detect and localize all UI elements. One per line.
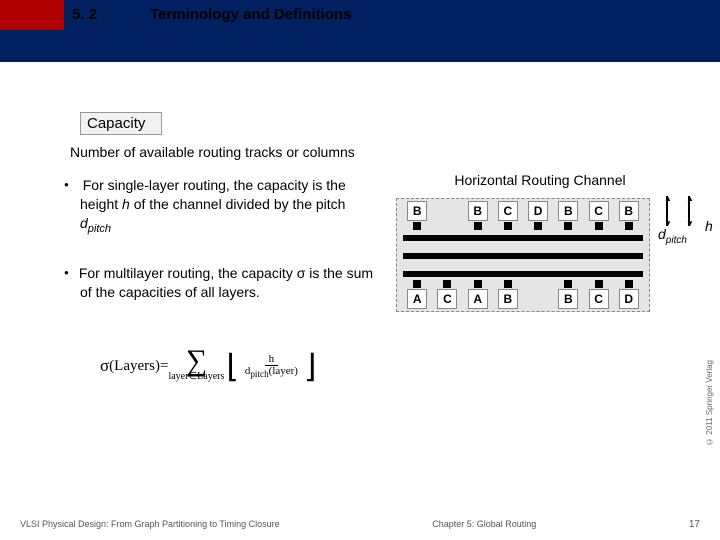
bullet-list: For single-layer routing, the capacity i…: [80, 176, 380, 330]
footer-left: VLSI Physical Design: From Graph Partiti…: [20, 519, 280, 530]
pin: B: [407, 201, 427, 221]
formula-sum-bot: layer∈Layers: [168, 372, 224, 382]
section-number: 5. 2: [72, 6, 97, 23]
pin: [528, 289, 548, 309]
bullet-2: For multilayer routing, the capacity σ i…: [80, 264, 380, 302]
copyright: © 2011 Springer Verlag: [705, 360, 714, 446]
pin: D: [528, 201, 548, 221]
lbracket-icon: ⌊: [226, 347, 238, 385]
pin: [437, 201, 457, 221]
sum-icon: ∑: [186, 350, 207, 372]
pin: B: [558, 201, 578, 221]
formula: σ(Layers) = ∑ layer∈Layers ⌊ h dpitch(la…: [100, 344, 310, 388]
pin: A: [468, 289, 488, 309]
pin: C: [498, 201, 518, 221]
formula-frac-bot: dpitch(layer): [241, 365, 302, 377]
bullet-1-d: d: [80, 215, 88, 231]
pin: B: [468, 201, 488, 221]
subheading: Number of available routing tracks or co…: [70, 144, 355, 160]
bullet-1-dsub: pitch: [88, 223, 111, 235]
pin: C: [589, 201, 609, 221]
footer: VLSI Physical Design: From Graph Partiti…: [0, 519, 720, 530]
pin: D: [619, 289, 639, 309]
capacity-box: Capacity: [80, 112, 162, 135]
pin: C: [589, 289, 609, 309]
title-accent: [0, 0, 64, 30]
pin: A: [407, 289, 427, 309]
bullet-1-text-b: of the channel divided by the pitch: [130, 196, 346, 212]
diagram-title: Horizontal Routing Channel: [390, 172, 690, 188]
formula-sigma: σ: [100, 356, 109, 376]
pin: B: [558, 289, 578, 309]
footer-center: Chapter 5: Global Routing: [432, 519, 536, 530]
slide: 5. 2 Terminology and Definitions Capacit…: [0, 0, 720, 540]
section-title: Terminology and Definitions: [150, 6, 351, 23]
h-label: h: [705, 218, 713, 234]
dpitch-label: dpitch: [658, 226, 687, 246]
formula-sum: ∑ layer∈Layers: [168, 350, 224, 382]
track: [403, 253, 643, 259]
track: [403, 271, 643, 277]
rbracket-icon: ⌋: [304, 347, 316, 385]
bullet-1-h: h: [122, 196, 130, 212]
routing-channel: BBCDBCB ACABBCD: [396, 198, 650, 312]
top-pin-row: BBCDBCB: [397, 201, 649, 221]
pin: B: [498, 289, 518, 309]
bottom-pin-row: ACABBCD: [397, 289, 649, 309]
track: [403, 235, 643, 241]
formula-frac-top: h: [265, 353, 279, 366]
pin: C: [437, 289, 457, 309]
bullet-1: For single-layer routing, the capacity i…: [80, 176, 380, 236]
formula-eq: =: [160, 358, 168, 375]
formula-frac: h dpitch(layer): [241, 353, 302, 379]
page-number: 17: [689, 519, 700, 530]
pin: B: [619, 201, 639, 221]
title-bar: [0, 0, 720, 62]
formula-arg: (Layers): [109, 358, 160, 375]
diagram: Horizontal Routing Channel BBCDBCB ACABB…: [390, 172, 690, 312]
